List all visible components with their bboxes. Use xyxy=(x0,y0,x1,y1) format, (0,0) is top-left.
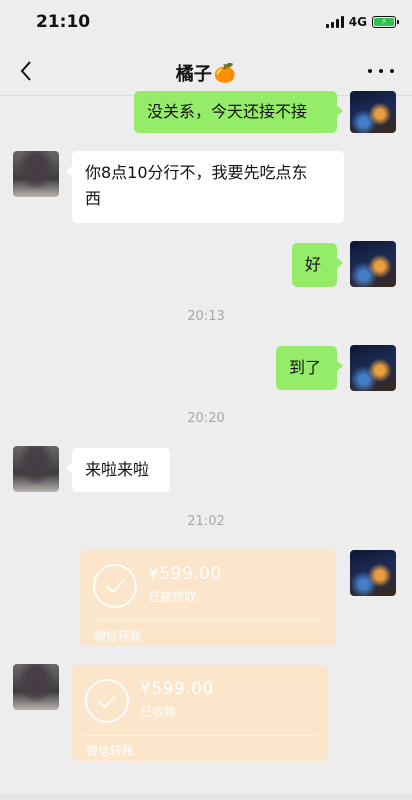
transfer-footer: 微信转账 xyxy=(86,744,135,758)
transfer-card-self[interactable]: ¥599.00 已被领取 微信转账 xyxy=(80,550,336,646)
input-bar-edge xyxy=(0,794,412,800)
contact-avatar[interactable] xyxy=(13,151,59,197)
more-dot xyxy=(390,69,394,73)
timestamp: 20:20 xyxy=(187,411,225,426)
message-bubble-self[interactable]: 到了 xyxy=(276,346,343,390)
message-text: 到了 xyxy=(289,358,322,377)
chat-title: 橘子 🍊 xyxy=(0,60,412,86)
message-bubble-self[interactable]: 好 xyxy=(292,243,343,287)
transfer-amount: ¥599.00 xyxy=(140,679,214,699)
message-text-line: 你8点10分行不，我要先吃点东 xyxy=(85,163,308,182)
message-text-line: 西 xyxy=(85,189,102,208)
message-bubble-other[interactable]: 你8点10分行不，我要先吃点东 西 xyxy=(66,151,344,223)
timestamp: 21:02 xyxy=(187,514,225,529)
message-text: 没关系，今天还接不接 xyxy=(147,102,308,121)
contact-avatar[interactable] xyxy=(13,446,59,492)
more-dot xyxy=(368,69,372,73)
charging-battery-icon: ⚡ xyxy=(372,16,399,28)
transfer-amount: ¥599.00 xyxy=(148,564,222,584)
chat-header: 橘子 🍊 xyxy=(0,46,412,96)
status-bar: 21:10 4G ⚡ xyxy=(0,0,412,46)
network-label: 4G xyxy=(348,15,367,29)
more-button[interactable] xyxy=(368,62,394,80)
message-text: 好 xyxy=(305,255,322,274)
transfer-card-other[interactable]: ¥599.00 已收款 微信转账 xyxy=(72,665,328,761)
transfer-status: 已被领取 xyxy=(148,590,197,604)
transfer-divider xyxy=(92,620,324,621)
message-bubble-self[interactable]: 没关系，今天还接不接 xyxy=(134,91,343,133)
status-icons: 4G ⚡ xyxy=(325,15,399,29)
contact-name: 橘子 xyxy=(175,64,212,85)
status-time: 21:10 xyxy=(36,12,91,32)
more-dot xyxy=(379,69,383,73)
message-text: 来啦来啦 xyxy=(85,460,150,479)
transfer-status: 已收款 xyxy=(140,705,177,719)
transfer-footer: 微信转账 xyxy=(94,629,143,643)
self-avatar[interactable] xyxy=(350,91,396,133)
signal-icon xyxy=(325,16,344,28)
timestamp: 20:13 xyxy=(187,309,225,324)
self-avatar[interactable] xyxy=(350,345,396,391)
check-circle-icon xyxy=(85,679,129,723)
check-circle-icon xyxy=(93,564,137,608)
self-avatar[interactable] xyxy=(350,550,396,596)
transfer-divider xyxy=(84,735,316,736)
self-avatar[interactable] xyxy=(350,241,396,287)
message-bubble-other[interactable]: 来啦来啦 xyxy=(66,448,170,492)
orange-emoji-icon: 🍊 xyxy=(213,62,237,84)
contact-avatar[interactable] xyxy=(13,664,59,710)
